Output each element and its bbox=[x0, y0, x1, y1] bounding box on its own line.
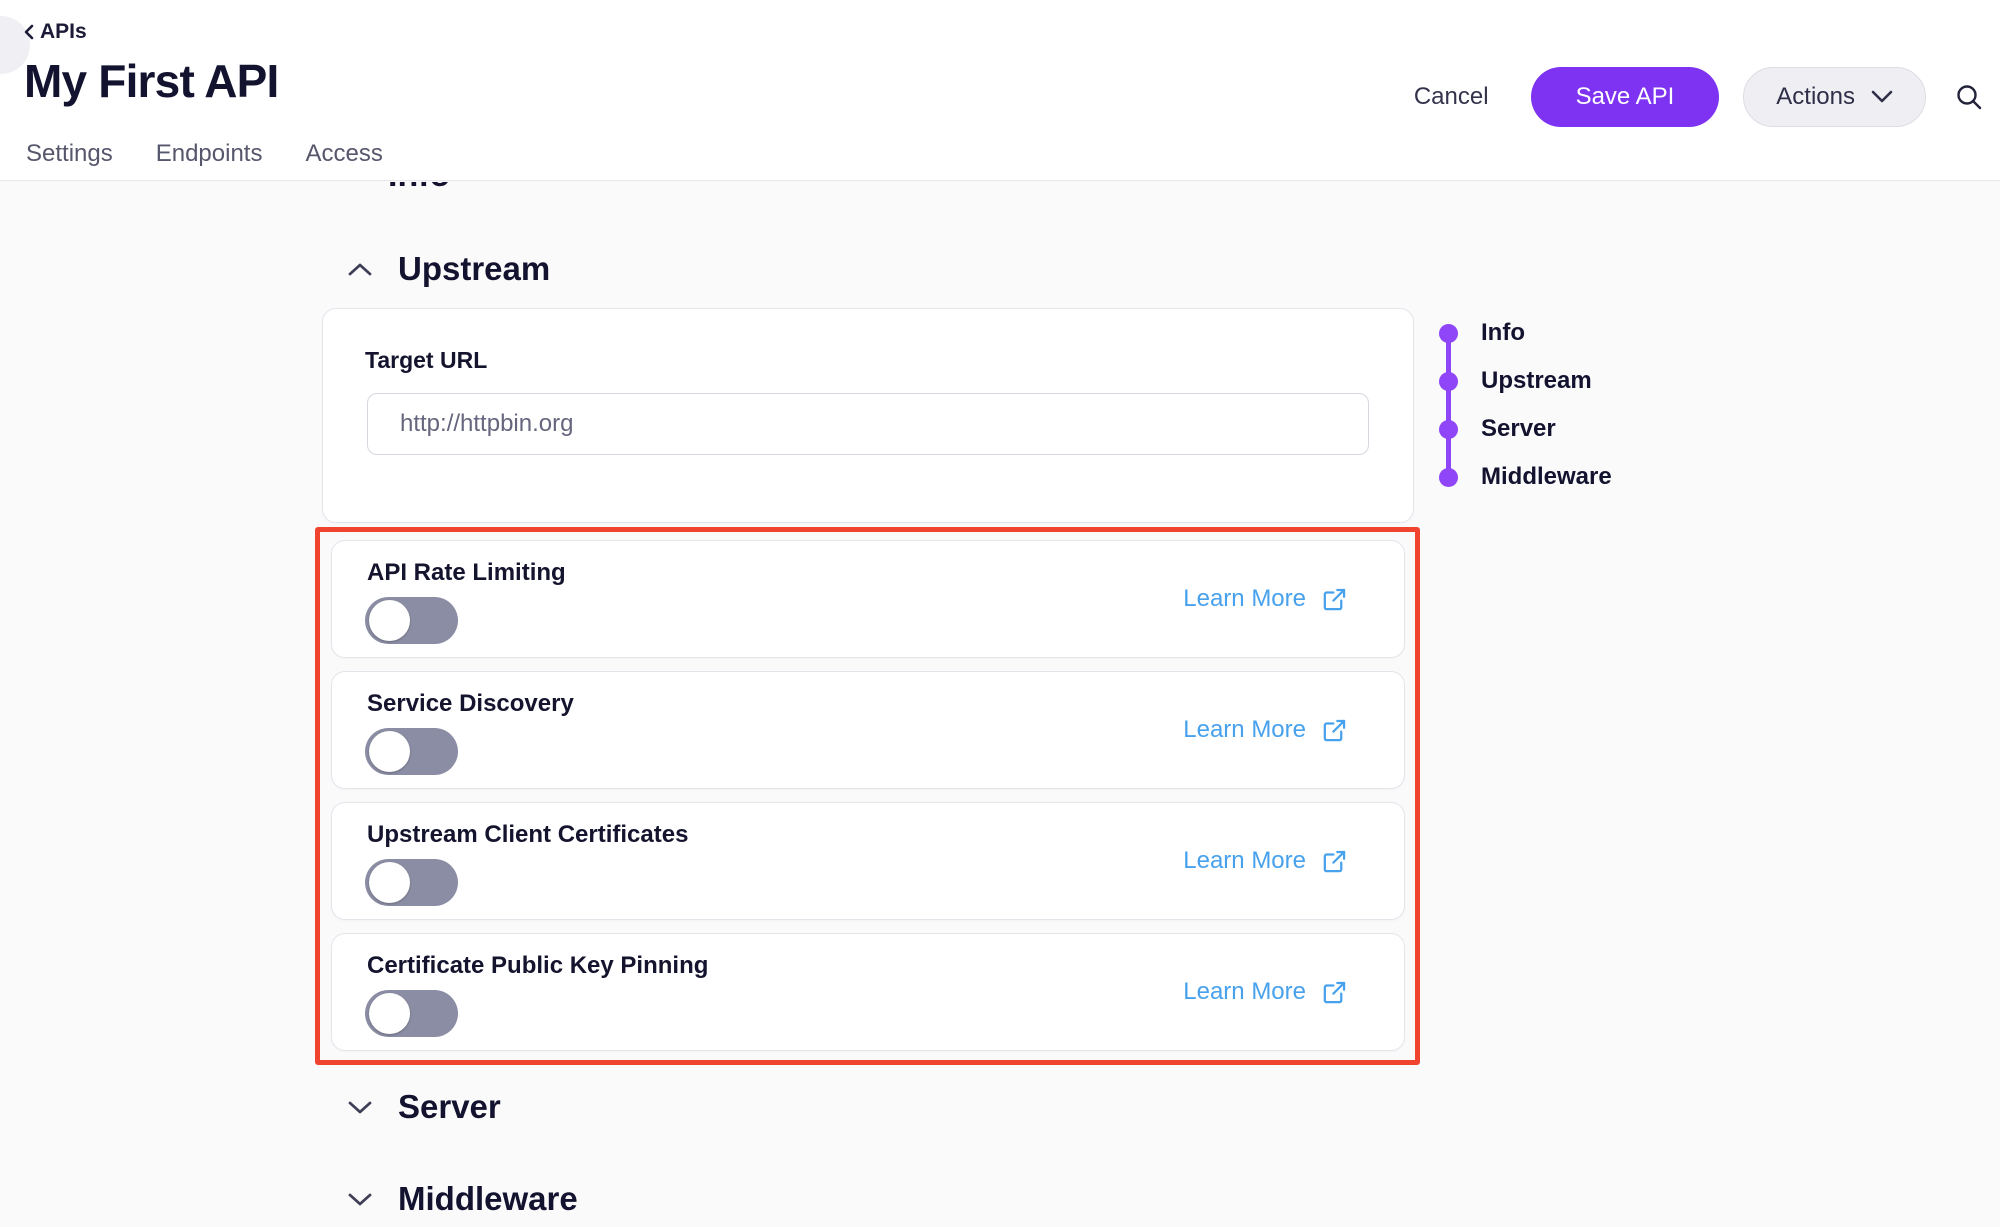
cancel-button[interactable]: Cancel bbox=[1396, 83, 1507, 111]
learn-more-link[interactable]: Learn More bbox=[1183, 585, 1348, 613]
nav-dot bbox=[1439, 372, 1458, 391]
nav-dot bbox=[1439, 468, 1458, 487]
learn-more-link[interactable]: Learn More bbox=[1183, 847, 1348, 875]
upstream-client-certificates-toggle[interactable] bbox=[365, 859, 458, 906]
target-url-card: Target URL bbox=[322, 308, 1414, 523]
header: APIs My First API Settings Endpoints Acc… bbox=[0, 0, 2000, 181]
chevron-down-icon bbox=[1871, 90, 1893, 104]
side-nav-item-info[interactable]: Info bbox=[1439, 309, 1612, 357]
nav-label: Server bbox=[1481, 415, 1556, 443]
toggle-knob bbox=[369, 731, 410, 772]
external-link-icon bbox=[1321, 586, 1348, 613]
learn-more-link[interactable]: Learn More bbox=[1183, 978, 1348, 1006]
server-section-title: Server bbox=[398, 1088, 501, 1126]
tab-bar: Settings Endpoints Access bbox=[26, 140, 383, 168]
toggle-knob bbox=[369, 993, 410, 1034]
chevron-up-icon bbox=[348, 262, 372, 277]
feature-title: Certificate Public Key Pinning bbox=[367, 952, 708, 980]
chevron-left-icon bbox=[22, 22, 36, 42]
side-nav-item-middleware[interactable]: Middleware bbox=[1439, 453, 1612, 501]
tab-access[interactable]: Access bbox=[305, 140, 382, 168]
toggle-knob bbox=[369, 862, 410, 903]
feature-title: Upstream Client Certificates bbox=[367, 821, 688, 849]
feature-title: API Rate Limiting bbox=[367, 559, 566, 587]
nav-dot bbox=[1439, 420, 1458, 439]
breadcrumb-label: APIs bbox=[40, 20, 87, 44]
learn-more-label: Learn More bbox=[1183, 716, 1306, 744]
external-link-icon bbox=[1321, 717, 1348, 744]
upstream-section-title: Upstream bbox=[398, 250, 550, 288]
target-url-input[interactable] bbox=[367, 393, 1369, 455]
learn-more-link[interactable]: Learn More bbox=[1183, 716, 1348, 744]
chevron-down-icon bbox=[348, 1192, 372, 1207]
external-link-icon bbox=[1321, 848, 1348, 875]
actions-dropdown-button[interactable]: Actions bbox=[1743, 67, 1926, 127]
nav-label: Info bbox=[1481, 319, 1525, 347]
section-side-nav: Info Upstream Server Middleware bbox=[1439, 309, 1612, 501]
breadcrumb-back-to-apis[interactable]: APIs bbox=[22, 20, 87, 44]
page-title: My First API bbox=[24, 54, 279, 108]
target-url-label: Target URL bbox=[365, 347, 487, 374]
section-heading-middleware[interactable]: Middleware bbox=[348, 1180, 578, 1218]
api-designer-page: APIs My First API Settings Endpoints Acc… bbox=[0, 0, 2000, 1227]
service-discovery-toggle[interactable] bbox=[365, 728, 458, 775]
header-actions: Cancel Save API Actions bbox=[1396, 66, 1986, 128]
chevron-down-icon bbox=[348, 1100, 372, 1115]
side-nav-item-server[interactable]: Server bbox=[1439, 405, 1612, 453]
feature-card-api-rate-limiting: API Rate Limiting Learn More bbox=[331, 540, 1405, 658]
actions-label: Actions bbox=[1776, 83, 1855, 111]
feature-card-upstream-client-certificates: Upstream Client Certificates Learn More bbox=[331, 802, 1405, 920]
middleware-section-title: Middleware bbox=[398, 1180, 578, 1218]
feature-card-certificate-public-key-pinning: Certificate Public Key Pinning Learn Mor… bbox=[331, 933, 1405, 1051]
feature-card-service-discovery: Service Discovery Learn More bbox=[331, 671, 1405, 789]
section-heading-server[interactable]: Server bbox=[348, 1088, 501, 1126]
nav-label: Upstream bbox=[1481, 367, 1592, 395]
tab-settings[interactable]: Settings bbox=[26, 140, 113, 168]
learn-more-label: Learn More bbox=[1183, 847, 1306, 875]
side-nav-item-upstream[interactable]: Upstream bbox=[1439, 357, 1612, 405]
section-heading-info-clipped: Info bbox=[388, 182, 528, 197]
external-link-icon bbox=[1321, 979, 1348, 1006]
search-button[interactable] bbox=[1952, 80, 1986, 114]
search-icon bbox=[1954, 82, 1984, 112]
tab-endpoints[interactable]: Endpoints bbox=[156, 140, 263, 168]
nav-label: Middleware bbox=[1481, 463, 1612, 491]
api-rate-limiting-toggle[interactable] bbox=[365, 597, 458, 644]
feature-title: Service Discovery bbox=[367, 690, 574, 718]
learn-more-label: Learn More bbox=[1183, 978, 1306, 1006]
nav-dot bbox=[1439, 324, 1458, 343]
section-heading-upstream[interactable]: Upstream bbox=[348, 250, 550, 288]
learn-more-label: Learn More bbox=[1183, 585, 1306, 613]
toggle-knob bbox=[369, 600, 410, 641]
save-api-button[interactable]: Save API bbox=[1531, 67, 1720, 127]
certificate-public-key-pinning-toggle[interactable] bbox=[365, 990, 458, 1037]
